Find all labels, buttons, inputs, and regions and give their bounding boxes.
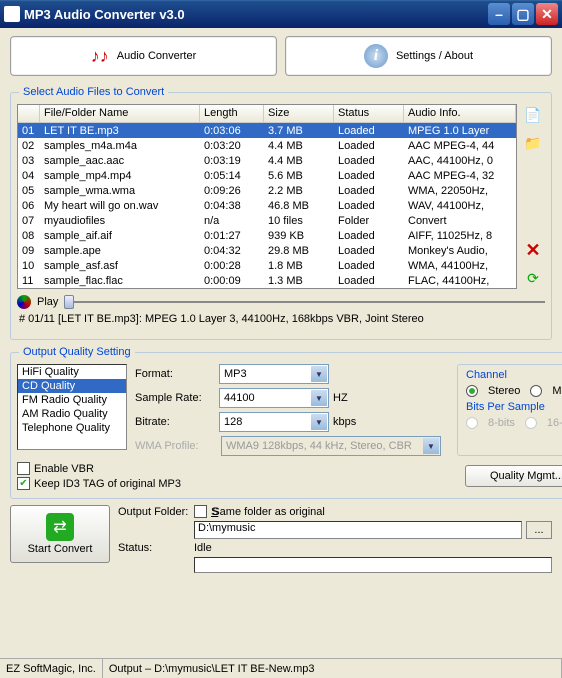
mono-radio[interactable] xyxy=(530,385,542,397)
quality-group: Output Quality Setting HiFi QualityCD Qu… xyxy=(10,346,562,499)
preset-item[interactable]: CD Quality xyxy=(18,379,126,393)
status-value: Idle xyxy=(194,542,552,554)
rate-label: Sample Rate: xyxy=(135,392,215,404)
wma-label: WMA Profile: xyxy=(135,440,215,452)
scroll-right-icon[interactable]: ▶ xyxy=(499,289,516,290)
audio-converter-button[interactable]: ♪♪ Audio Converter xyxy=(10,36,277,76)
col-status[interactable]: Status xyxy=(334,105,404,122)
quality-preset-list[interactable]: HiFi QualityCD QualityFM Radio QualityAM… xyxy=(17,364,127,450)
file-table[interactable]: File/Folder Name Length Size Status Audi… xyxy=(17,104,517,289)
table-row[interactable]: 10sample_asf.asf0:00:281.8 MBLoadedWMA, … xyxy=(18,258,516,273)
preset-item[interactable]: HiFi Quality xyxy=(18,365,126,379)
chevron-down-icon: ▼ xyxy=(311,414,327,430)
convert-icon: ⇄ xyxy=(46,513,74,541)
enable-vbr-checkbox[interactable] xyxy=(17,462,30,475)
table-row[interactable]: 08sample_aif.aif0:01:27939 KBLoadedAIFF,… xyxy=(18,228,516,243)
chevron-down-icon: ▼ xyxy=(311,366,327,382)
remove-icon[interactable]: ✕ xyxy=(522,239,544,261)
rate-unit: HZ xyxy=(333,392,363,404)
rate-combo[interactable]: 44100▼ xyxy=(219,388,329,408)
table-row[interactable]: 09sample.ape0:04:3229.8 MBLoadedMonkey's… xyxy=(18,243,516,258)
play-icon[interactable] xyxy=(17,295,31,309)
progress-bar xyxy=(194,557,552,573)
stereo-radio[interactable] xyxy=(466,385,478,397)
col-name[interactable]: File/Folder Name xyxy=(40,105,200,122)
close-button[interactable]: ✕ xyxy=(536,3,558,25)
chevron-down-icon: ▼ xyxy=(423,438,439,454)
bits-label: Bits Per Sample xyxy=(466,401,562,413)
table-row[interactable]: 07myaudiofilesn/a10 filesFolderConvert xyxy=(18,213,516,228)
format-label: Format: xyxy=(135,368,215,380)
window-title: MP3 Audio Converter v3.0 xyxy=(24,7,488,22)
preset-item[interactable]: FM Radio Quality xyxy=(18,393,126,407)
audio-converter-label: Audio Converter xyxy=(117,50,197,62)
refresh-icon[interactable]: ⟳ xyxy=(522,267,544,289)
info-icon: i xyxy=(364,44,388,68)
chevron-down-icon: ▼ xyxy=(311,390,327,406)
music-icon: ♪♪ xyxy=(91,46,109,67)
table-header[interactable]: File/Folder Name Length Size Status Audi… xyxy=(18,105,516,123)
now-playing-info: # 01/11 [LET IT BE.mp3]: MPEG 1.0 Layer … xyxy=(19,313,545,325)
table-row[interactable]: 01LET IT BE.mp30:03:063.7 MBLoadedMPEG 1… xyxy=(18,123,516,138)
output-folder-input[interactable]: D:\mymusic xyxy=(194,521,522,539)
scroll-left-icon[interactable]: ◀ xyxy=(18,289,35,290)
keep-id3-checkbox[interactable]: ✔ xyxy=(17,477,30,490)
table-row[interactable]: 02samples_m4a.m4a0:03:204.4 MBLoadedAAC … xyxy=(18,138,516,153)
quality-group-label: Output Quality Setting xyxy=(19,346,135,358)
horizontal-scrollbar[interactable]: ◀ ▶ xyxy=(18,288,516,289)
table-row[interactable]: 03sample_aac.aac0:03:194.4 MBLoadedAAC, … xyxy=(18,153,516,168)
files-group-label: Select Audio Files to Convert xyxy=(19,86,168,98)
table-row[interactable]: 04sample_mp4.mp40:05:145.6 MBLoadedAAC M… xyxy=(18,168,516,183)
add-file-icon[interactable]: 📄 xyxy=(522,104,544,126)
app-icon xyxy=(4,6,20,22)
browse-button[interactable]: ... xyxy=(526,521,552,539)
playback-slider[interactable] xyxy=(64,293,545,311)
status-company: EZ SoftMagic, Inc. xyxy=(0,659,103,678)
table-row[interactable]: 11sample_flac.flac0:00:091.3 MBLoadedFLA… xyxy=(18,273,516,288)
8bits-radio xyxy=(466,417,478,429)
add-folder-icon[interactable]: 📁 xyxy=(522,132,544,154)
bitrate-label: Bitrate: xyxy=(135,416,215,428)
settings-about-label: Settings / About xyxy=(396,50,473,62)
format-combo[interactable]: MP3▼ xyxy=(219,364,329,384)
quality-mgmt-button[interactable]: Quality Mgmt... xyxy=(465,465,562,487)
bitrate-unit: kbps xyxy=(333,416,363,428)
channel-label: Channel xyxy=(466,369,562,381)
16bits-radio xyxy=(525,417,537,429)
col-size[interactable]: Size xyxy=(264,105,334,122)
start-convert-button[interactable]: ⇄ Start Convert xyxy=(10,505,110,563)
statusbar: EZ SoftMagic, Inc. Output – D:\mymusic\L… xyxy=(0,658,562,678)
wma-combo: WMA9 128kbps, 44 kHz, Stereo, CBR▼ xyxy=(221,436,441,456)
files-group: Select Audio Files to Convert File/Folde… xyxy=(10,86,552,340)
col-info[interactable]: Audio Info. xyxy=(404,105,516,122)
same-folder-label: SSame folder as original xyxy=(211,506,325,518)
preset-item[interactable]: AM Radio Quality xyxy=(18,407,126,421)
col-length[interactable]: Length xyxy=(200,105,264,122)
preset-item[interactable]: Telephone Quality xyxy=(18,421,126,435)
play-label[interactable]: Play xyxy=(37,296,58,308)
status-output: Output – D:\mymusic\LET IT BE-New.mp3 xyxy=(103,659,562,678)
same-folder-checkbox[interactable] xyxy=(194,505,207,518)
settings-about-button[interactable]: i Settings / About xyxy=(285,36,552,76)
table-row[interactable]: 05sample_wma.wma0:09:262.2 MBLoadedWMA, … xyxy=(18,183,516,198)
bitrate-combo[interactable]: 128▼ xyxy=(219,412,329,432)
status-label: Status: xyxy=(118,542,190,554)
titlebar[interactable]: MP3 Audio Converter v3.0 – ▢ ✕ xyxy=(0,0,562,28)
minimize-button[interactable]: – xyxy=(488,3,510,25)
channel-group: Channel Stereo Mono Bits Per Sample 8-bi… xyxy=(457,364,562,456)
maximize-button[interactable]: ▢ xyxy=(512,3,534,25)
output-folder-label: Output Folder: xyxy=(118,506,190,518)
table-row[interactable]: 06My heart will go on.wav0:04:3846.8 MBL… xyxy=(18,198,516,213)
